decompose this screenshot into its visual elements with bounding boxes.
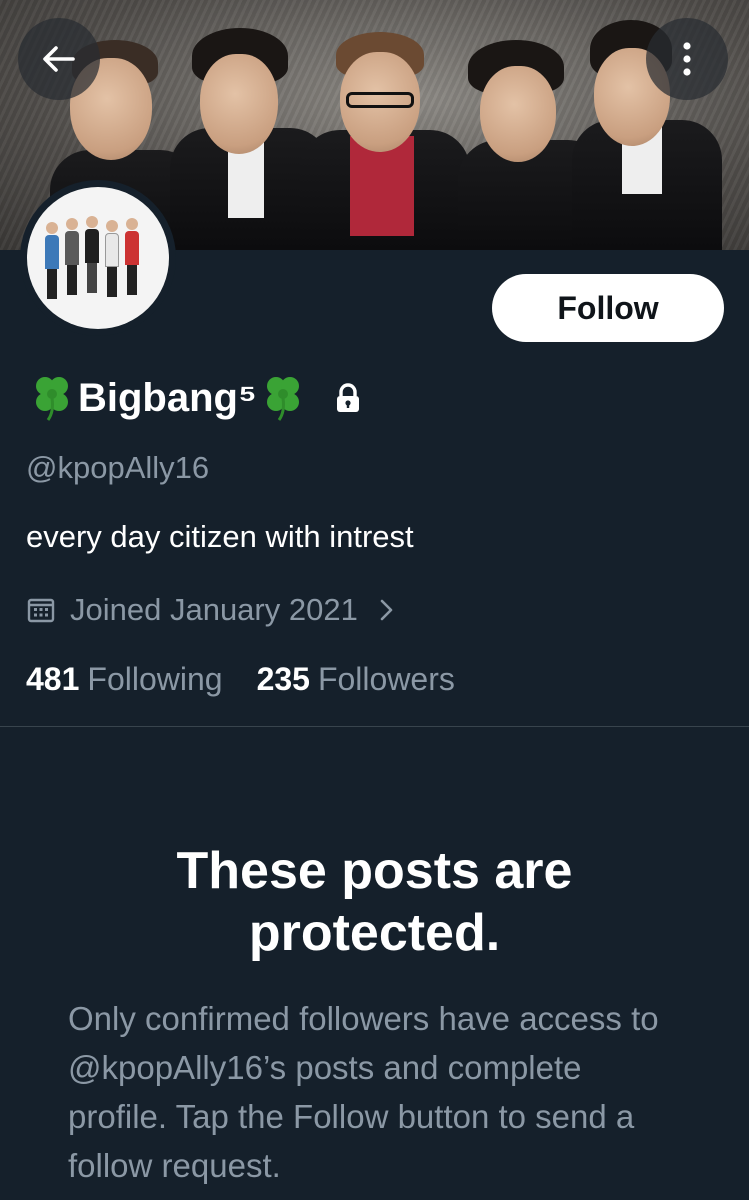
followers-label: Followers: [317, 661, 455, 697]
protected-title: These posts are protected.: [176, 842, 573, 962]
followers-count: 235: [256, 661, 310, 697]
calendar-icon: [27, 598, 55, 623]
follow-stats: 481 Following 235 Followers: [26, 661, 489, 698]
chevron-right-icon: [380, 599, 393, 621]
back-button[interactable]: [18, 18, 100, 100]
joined-date[interactable]: Joined January 2021: [26, 590, 396, 630]
avatar-image: [27, 187, 169, 329]
more-vertical-icon: [683, 42, 691, 76]
follow-button[interactable]: Follow: [492, 274, 724, 342]
display-name: Bigbang⁵: [78, 375, 257, 420]
lock-icon[interactable]: [331, 381, 365, 415]
more-options-button[interactable]: [646, 18, 728, 100]
following-stat[interactable]: 481 Following: [26, 661, 223, 698]
profile-handle: @kpopAlly16: [26, 450, 210, 485]
section-divider: [0, 726, 749, 727]
joined-text: Joined January 2021: [70, 592, 358, 627]
protected-description: Only confirmed followers have access to …: [68, 1000, 659, 1184]
profile-page: Follow Bigbang⁵ @kpopAlly16 every day ci…: [0, 0, 749, 1200]
profile-avatar[interactable]: [20, 180, 176, 336]
four-leaf-clover-icon: [266, 377, 299, 421]
following-count: 481: [26, 661, 80, 697]
four-leaf-clover-icon: [36, 377, 68, 421]
following-label: Following: [87, 661, 223, 697]
arrow-left-icon: [43, 46, 75, 72]
banner-person: [300, 32, 470, 250]
display-name-row: Bigbang⁵: [26, 368, 365, 428]
followers-stat[interactable]: 235 Followers: [257, 661, 455, 698]
profile-bio: every day citizen with intrest: [26, 519, 414, 554]
